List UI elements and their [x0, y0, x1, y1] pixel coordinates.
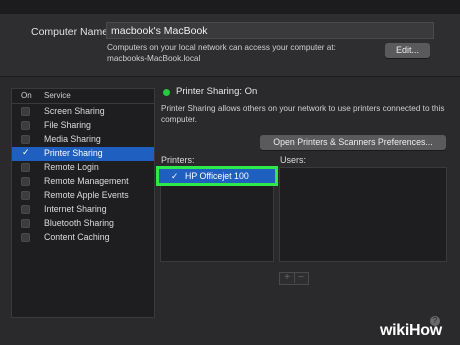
service-label: Screen Sharing — [44, 106, 105, 116]
checkbox-icon[interactable] — [21, 191, 30, 200]
window-top-strip — [0, 0, 460, 14]
checkbox-checked-icon[interactable]: ✓ — [22, 148, 31, 157]
checkbox-icon[interactable] — [21, 107, 30, 116]
checkbox-icon[interactable] — [21, 177, 30, 186]
service-label: Internet Sharing — [44, 204, 107, 214]
checkbox-icon[interactable] — [21, 219, 30, 228]
service-label: Remote Login — [44, 162, 99, 172]
add-user-button[interactable]: + — [280, 272, 295, 283]
sharing-main: On Service Screen Sharing File Sharing Med… — [0, 77, 460, 345]
service-list: On Service Screen Sharing File Sharing Med… — [11, 88, 155, 318]
printer-item-hp-officejet[interactable]: ✓ HP Officejet 100 — [156, 166, 278, 186]
printer-name: HP Officejet 100 — [185, 171, 249, 181]
computer-name-section: Computer Name: macbook's MacBook Compute… — [0, 14, 460, 77]
service-label: File Sharing — [44, 120, 91, 130]
checkbox-icon[interactable] — [21, 205, 30, 214]
description-line-1: Computers on your local network can acce… — [107, 43, 336, 52]
service-row[interactable]: ✓ Printer Sharing — [12, 147, 154, 161]
checkbox-icon[interactable] — [21, 135, 30, 144]
service-row[interactable]: Remote Management — [12, 175, 154, 189]
service-label: Media Sharing — [44, 134, 101, 144]
users-label: Users: — [280, 155, 307, 165]
computer-name-label: Computer Name: — [31, 26, 111, 38]
service-row[interactable]: Remote Apple Events — [12, 189, 154, 203]
printers-label: Printers: — [161, 155, 195, 165]
service-row[interactable]: Internet Sharing — [12, 203, 154, 217]
service-label: Content Caching — [44, 232, 110, 242]
users-list[interactable] — [279, 167, 447, 262]
service-list-header: On Service — [12, 89, 154, 104]
add-remove-user-controls: + − — [279, 272, 309, 285]
service-label: Bluetooth Sharing — [44, 218, 114, 228]
printers-list: ✓ HP Officejet 100 — [156, 166, 278, 262]
service-row[interactable]: Content Caching — [12, 231, 154, 245]
wikihow-watermark: wikiHow — [380, 322, 442, 340]
status-indicator-icon — [163, 89, 170, 96]
checkbox-icon[interactable] — [21, 163, 30, 172]
checkmark-icon[interactable]: ✓ — [171, 171, 178, 182]
watermark-wiki: wiki — [380, 322, 410, 339]
service-label: Printer Sharing — [44, 148, 103, 158]
column-service: Service — [44, 91, 71, 100]
service-row[interactable]: Bluetooth Sharing — [12, 217, 154, 231]
sharing-description: Printer Sharing allows others on your ne… — [161, 104, 445, 124]
checkbox-icon[interactable] — [21, 233, 30, 242]
computer-name-description: Computers on your local network can acce… — [107, 42, 387, 64]
open-printers-scanners-button[interactable]: Open Printers & Scanners Preferences... — [260, 135, 446, 150]
service-row[interactable]: Screen Sharing — [12, 105, 154, 119]
watermark-how: How — [409, 322, 442, 339]
service-row[interactable]: Remote Login — [12, 161, 154, 175]
remove-user-button[interactable]: − — [294, 272, 308, 283]
edit-button[interactable]: Edit... — [385, 43, 430, 58]
service-row[interactable]: File Sharing — [12, 119, 154, 133]
service-label: Remote Apple Events — [44, 190, 129, 200]
column-on: On — [21, 91, 32, 100]
computer-name-input[interactable]: macbook's MacBook — [106, 22, 434, 39]
service-row[interactable]: Media Sharing — [12, 133, 154, 147]
service-label: Remote Management — [44, 176, 129, 186]
checkbox-icon[interactable] — [21, 121, 30, 130]
sharing-status: Printer Sharing: On — [176, 86, 258, 97]
local-hostname: macbooks-MacBook.local — [107, 54, 201, 63]
